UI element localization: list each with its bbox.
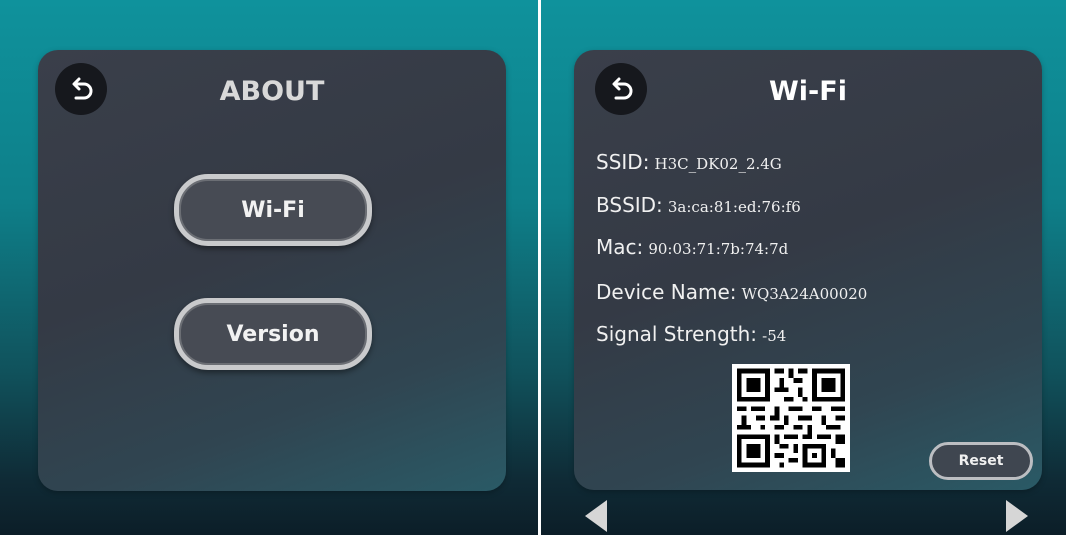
version-button[interactable]: Version (174, 298, 372, 370)
ssid-label: SSID: (596, 150, 650, 174)
ssid-row: SSID: H3C_DK02_2.4G (596, 150, 782, 174)
wifi-button[interactable]: Wi-Fi (174, 174, 372, 246)
device-name-row: Device Name: WQ3A24A00020 (596, 280, 867, 304)
wifi-screen: Wi-Fi SSID: H3C_DK02_2.4G BSSID: 3a:ca:8… (541, 0, 1066, 535)
device-name-value: WQ3A24A00020 (741, 285, 868, 303)
page-title: Wi-Fi (769, 76, 847, 107)
page-title: ABOUT (219, 76, 325, 107)
triangle-left-icon[interactable] (585, 500, 607, 532)
triangle-right-icon[interactable] (1006, 500, 1028, 532)
signal-strength-value: -54 (762, 327, 787, 345)
qr-code-icon (732, 364, 850, 472)
mac-label: Mac: (596, 235, 644, 259)
device-name-label: Device Name: (596, 280, 737, 304)
bssid-row: BSSID: 3a:ca:81:ed:76:f6 (596, 193, 801, 217)
about-card: ABOUT Wi-Fi Version (38, 50, 506, 491)
mac-value: 90:03:71:7b:74:7d (648, 240, 789, 258)
bssid-label: BSSID: (596, 193, 663, 217)
ssid-value: H3C_DK02_2.4G (654, 155, 782, 173)
about-screen: ABOUT Wi-Fi Version (0, 0, 538, 535)
reset-button[interactable]: Reset (929, 442, 1033, 480)
signal-strength-label: Signal Strength: (596, 322, 758, 346)
mac-row: Mac: 90:03:71:7b:74:7d (596, 235, 788, 259)
bssid-value: 3a:ca:81:ed:76:f6 (667, 198, 801, 216)
wifi-card: Wi-Fi SSID: H3C_DK02_2.4G BSSID: 3a:ca:8… (574, 50, 1042, 490)
signal-strength-row: Signal Strength: -54 (596, 322, 786, 346)
